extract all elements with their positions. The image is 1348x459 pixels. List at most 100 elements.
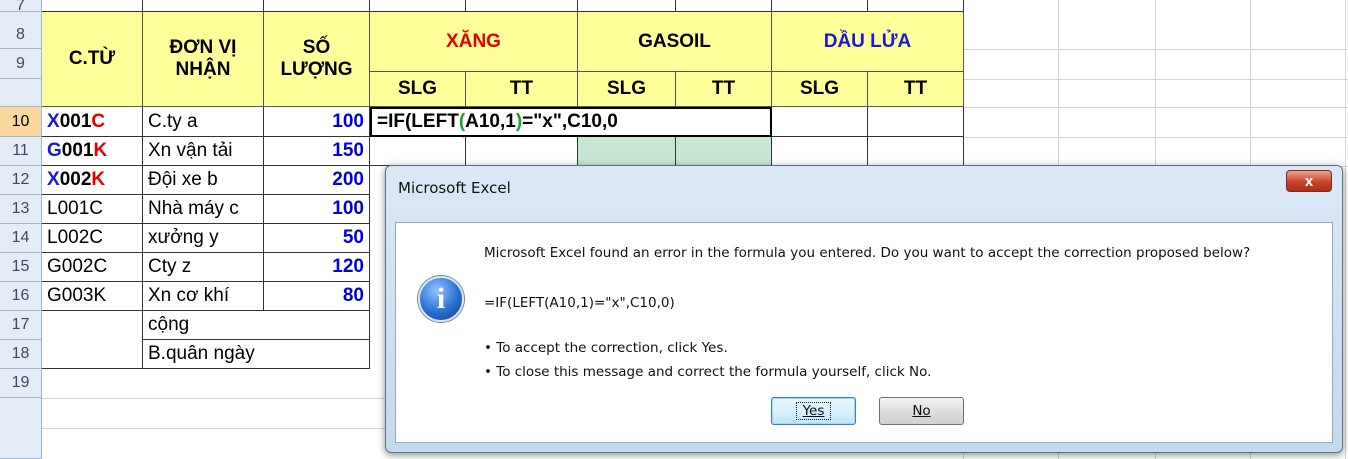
row-header-7[interactable]: 7 <box>0 0 42 14</box>
cell-i10[interactable] <box>868 107 964 137</box>
cell-a13[interactable]: L001C <box>42 195 143 224</box>
row-header-13[interactable]: 13 <box>0 195 42 224</box>
code-prefix: X <box>47 169 60 190</box>
row-header-19[interactable]: 19 <box>0 369 42 398</box>
cell-b11[interactable]: Xn vận tải <box>143 137 264 166</box>
cell-c11[interactable]: 150 <box>264 137 370 166</box>
cell-f11[interactable] <box>578 137 676 166</box>
header-xang[interactable]: XĂNG <box>370 12 578 72</box>
cell-f7[interactable] <box>578 0 676 12</box>
gridline <box>42 398 387 399</box>
proposed-correction: =IF(LEFT(A10,1)="x",C10,0) <box>484 295 675 311</box>
header-donvi-nhan[interactable]: ĐƠN VỊ NHẬN <box>143 12 264 107</box>
header-xang-slg[interactable]: SLG <box>370 72 466 107</box>
code-number: 001 <box>61 140 94 161</box>
header-xang-tt[interactable]: TT <box>466 72 578 107</box>
cell-c14[interactable]: 50 <box>264 224 370 253</box>
row-header-10[interactable]: 10 <box>0 107 42 137</box>
cell-b13[interactable]: Nhà máy c <box>143 195 264 224</box>
instruction-no: • To close this message and correct the … <box>484 364 932 380</box>
gridline <box>963 79 1348 80</box>
cell-a15[interactable]: G002C <box>42 253 143 282</box>
cell-c12[interactable]: 200 <box>264 166 370 195</box>
correction-dialog: Microsoft Excel x i Microsoft Excel foun… <box>385 165 1343 453</box>
cell-b18[interactable]: B.quân ngày <box>143 340 370 369</box>
formula-args: A10,1 <box>465 111 516 132</box>
cell-h11[interactable] <box>772 137 868 166</box>
dialog-message: Microsoft Excel found an error in the fo… <box>484 245 1251 261</box>
row-header-17[interactable]: 17 <box>0 311 42 340</box>
header-dau-lua-tt[interactable]: TT <box>868 72 964 107</box>
cell-b10[interactable]: C.ty a <box>143 107 264 137</box>
row-header-15[interactable]: 15 <box>0 253 42 282</box>
cell-c16[interactable]: 80 <box>264 282 370 311</box>
cell-g7[interactable] <box>676 0 772 12</box>
yes-label: Yes <box>795 402 832 420</box>
header-gasoil-slg[interactable]: SLG <box>578 72 676 107</box>
cell-c7[interactable] <box>264 0 370 12</box>
gridline <box>963 49 1348 50</box>
dialog-body: i Microsoft Excel found an error in the … <box>395 222 1333 443</box>
formula-part: =IF(LEFT <box>377 111 459 132</box>
gridline <box>963 137 1348 138</box>
header-ctu[interactable]: C.TỪ <box>42 12 143 107</box>
row-header-blank <box>0 398 42 459</box>
code-suffix: C <box>91 110 106 132</box>
gridline <box>1345 0 1346 459</box>
cell-a10[interactable]: X 001 C <box>42 107 143 137</box>
row-header-9b <box>0 79 42 107</box>
code-suffix: K <box>93 140 108 161</box>
gridline <box>963 107 1348 108</box>
no-button[interactable]: No <box>879 397 964 425</box>
row-header-14[interactable]: 14 <box>0 224 42 253</box>
cell-i7[interactable] <box>868 0 964 12</box>
row-header-12[interactable]: 12 <box>0 166 42 195</box>
formula-rest: ="x",C10,0 <box>522 111 618 132</box>
close-icon[interactable]: x <box>1286 170 1332 192</box>
header-gasoil[interactable]: GASOIL <box>578 12 772 72</box>
cell-a16[interactable]: G003K <box>42 282 143 311</box>
cell-i11[interactable] <box>868 137 964 166</box>
cell-g11[interactable] <box>676 137 772 166</box>
code-number: 001 <box>59 110 92 132</box>
cell-e7[interactable] <box>466 0 578 12</box>
cell-c15[interactable]: 120 <box>264 253 370 282</box>
cell-a12[interactable]: X 002 K <box>42 166 143 195</box>
cell-e11[interactable] <box>466 137 578 166</box>
cell-c10[interactable]: 100 <box>264 107 370 137</box>
instruction-yes: • To accept the correction, click Yes. <box>484 340 728 356</box>
yes-button[interactable]: Yes <box>771 397 856 425</box>
cell-a14[interactable]: L002C <box>42 224 143 253</box>
cell-b15[interactable]: Cty z <box>143 253 264 282</box>
cell-d7[interactable] <box>370 0 466 12</box>
cell-d10-formula-edit[interactable]: =IF(LEFT(A10,1) ="x",C10,0 <box>370 107 772 137</box>
no-label: No <box>912 403 931 419</box>
code-prefix: G <box>47 140 62 161</box>
row-header-9[interactable]: 9 <box>0 49 42 79</box>
cell-h7[interactable] <box>772 0 868 12</box>
cell-c13[interactable]: 100 <box>264 195 370 224</box>
header-so-luong[interactable]: SỐ LƯỢNG <box>264 12 370 107</box>
cursor-icon: ʼ <box>462 135 465 146</box>
row-header-18[interactable]: 18 <box>0 340 42 369</box>
row-header-8[interactable]: 8 <box>0 12 42 49</box>
header-dau-lua-slg[interactable]: SLG <box>772 72 868 107</box>
row-header-11[interactable]: 11 <box>0 137 42 166</box>
cell-d11[interactable] <box>370 137 466 166</box>
cell-a7[interactable] <box>42 0 143 12</box>
cell-a11[interactable]: G 001 K <box>42 137 143 166</box>
cell-b16[interactable]: Xn cơ khí <box>143 282 264 311</box>
dialog-title: Microsoft Excel <box>398 179 511 197</box>
cell-h10[interactable] <box>772 107 868 137</box>
info-icon: i <box>418 276 464 322</box>
cell-b17[interactable]: cộng <box>143 311 370 340</box>
gridline <box>42 428 387 429</box>
cell-b7[interactable] <box>143 0 264 12</box>
cell-a17[interactable] <box>42 311 143 369</box>
code-prefix: X <box>47 110 60 132</box>
cell-b12[interactable]: Đội xe b <box>143 166 264 195</box>
header-dau-lua[interactable]: DẦU LỬA <box>772 12 964 72</box>
row-header-16[interactable]: 16 <box>0 282 42 311</box>
cell-b14[interactable]: xưởng y <box>143 224 264 253</box>
header-gasoil-tt[interactable]: TT <box>676 72 772 107</box>
